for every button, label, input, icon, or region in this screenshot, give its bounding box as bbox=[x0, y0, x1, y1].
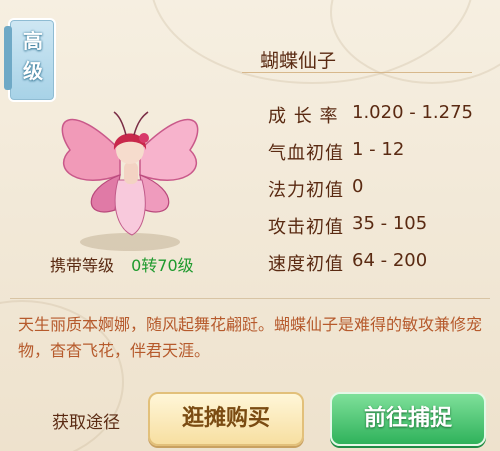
go-capture-button[interactable]: 前往捕捉 bbox=[330, 392, 486, 446]
divider bbox=[10, 298, 490, 299]
stat-row-hp: 气血初值 1 - 12 bbox=[268, 139, 498, 165]
stat-value: 1.020 - 1.275 bbox=[352, 102, 473, 123]
grade-text: 高级 bbox=[23, 29, 43, 83]
stat-label: 法力初值 bbox=[268, 180, 344, 201]
carry-level-label: 携带等级 bbox=[50, 256, 115, 275]
stat-label: 攻击初值 bbox=[268, 217, 344, 238]
stat-value: 35 - 105 bbox=[352, 213, 428, 234]
stat-row-speed: 速度初值 64 - 200 bbox=[268, 250, 498, 276]
stat-label: 成 长 率 bbox=[268, 106, 339, 127]
stat-value: 0 bbox=[352, 176, 364, 197]
stat-row-attack: 攻击初值 35 - 105 bbox=[268, 213, 498, 239]
stat-row-mp: 法力初值 0 bbox=[268, 176, 498, 202]
stat-value: 1 - 12 bbox=[352, 139, 405, 160]
obtain-label: 获取途径 bbox=[52, 413, 120, 433]
stall-buy-button[interactable]: 逛摊购买 bbox=[148, 392, 304, 446]
butterfly-fairy-portrait bbox=[61, 111, 199, 251]
stat-row-growth: 成 长 率 1.020 - 1.275 bbox=[268, 102, 498, 128]
stat-label: 气血初值 bbox=[268, 143, 344, 164]
pet-name: 蝴蝶仙子 bbox=[260, 50, 337, 72]
pet-description: 天生丽质本婀娜，随风起舞花翩跹。蝴蝶仙子是难得的敏攻兼修宠物，杳杳飞花，伴君天涯… bbox=[18, 315, 483, 360]
carry-level: 携带等级 0转70级 bbox=[50, 252, 194, 276]
stat-value: 64 - 200 bbox=[352, 250, 428, 271]
pet-name-row: 蝴蝶仙子 bbox=[242, 48, 472, 73]
carry-level-value: 0转70级 bbox=[131, 256, 194, 275]
stat-label: 速度初值 bbox=[268, 254, 344, 275]
pet-info-panel: 高级 蝴蝶仙子 成 长 率 1.020 - 1.275 气血初值 1 - 12 bbox=[0, 0, 500, 451]
